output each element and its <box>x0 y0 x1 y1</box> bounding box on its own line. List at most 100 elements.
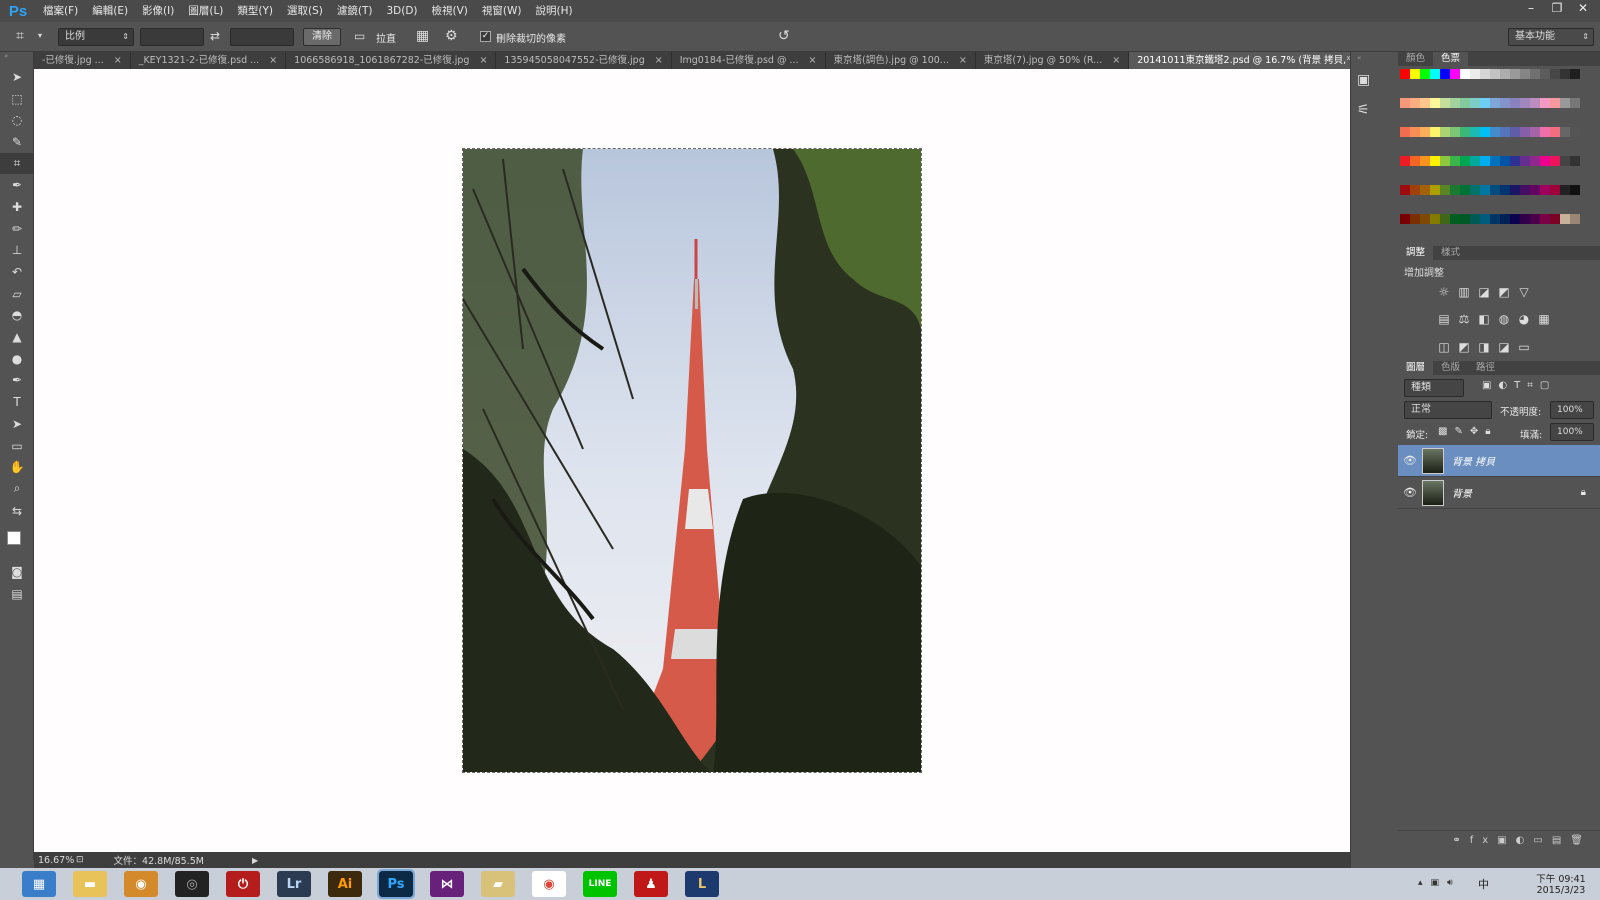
swatch[interactable] <box>1520 127 1530 137</box>
black-white-icon[interactable]: ◧ <box>1474 312 1494 333</box>
properties-icon[interactable]: ⚟ <box>1357 102 1398 118</box>
layer-name[interactable]: 背景 <box>1452 485 1581 500</box>
close-icon[interactable]: ✕ <box>1572 0 1594 16</box>
swatch[interactable] <box>1430 98 1440 108</box>
tab-document-0[interactable]: -已修復.jpg ... × <box>34 52 131 69</box>
color-lookup-icon[interactable]: ▦ <box>1534 312 1554 333</box>
minimize-icon[interactable]: – <box>1520 0 1542 16</box>
swatch[interactable] <box>1440 214 1450 224</box>
taskbar-l-icon[interactable]: L <box>685 871 719 897</box>
menu-item-3[interactable]: 圖層(L) <box>181 0 230 22</box>
menu-item-5[interactable]: 選取(S) <box>280 0 330 22</box>
pen-tool-icon[interactable]: ✒ <box>0 370 34 392</box>
swatch[interactable] <box>1400 98 1410 108</box>
swatch[interactable] <box>1540 214 1550 224</box>
type-tool-icon[interactable]: T <box>0 391 34 413</box>
levels-icon[interactable]: ▥ <box>1454 285 1474 306</box>
threshold-icon[interactable]: ◨ <box>1474 340 1494 361</box>
swatch[interactable] <box>1500 214 1510 224</box>
fill-field[interactable]: 100% <box>1550 423 1594 441</box>
swatch[interactable] <box>1570 127 1580 137</box>
curves-icon[interactable]: ◪ <box>1474 285 1494 306</box>
swatch[interactable] <box>1540 156 1550 166</box>
straighten-label[interactable]: 拉直 <box>376 30 396 45</box>
swatch[interactable] <box>1480 69 1490 79</box>
swatch[interactable] <box>1550 185 1560 195</box>
panel-tab-color_tabs-0[interactable]: 顏色 <box>1398 52 1433 66</box>
invert-icon[interactable]: ◫ <box>1434 340 1454 361</box>
swatch[interactable] <box>1540 69 1550 79</box>
swap-colors-icon[interactable]: ⇆ <box>0 500 34 522</box>
brightness-icon[interactable]: ☼ <box>1434 285 1454 306</box>
clear-button[interactable]: 清除 <box>303 28 341 46</box>
close-icon[interactable]: × <box>479 52 487 69</box>
menu-item-0[interactable]: 檔案(F) <box>36 0 85 22</box>
swatch[interactable] <box>1560 69 1570 79</box>
panel-tab-layers_tabs-0[interactable]: 圖層 <box>1398 361 1434 375</box>
swatch[interactable] <box>1540 185 1550 195</box>
swatch[interactable] <box>1470 69 1480 79</box>
swatch[interactable] <box>1500 127 1510 137</box>
swatch[interactable] <box>1520 156 1530 166</box>
zoom-level[interactable]: 16.67% <box>34 855 74 866</box>
layer-filter-icons[interactable]: ▣◐T⌗▢ <box>1482 380 1556 391</box>
menu-item-4[interactable]: 類型(Y) <box>230 0 280 22</box>
eye-icon[interactable]: 👁︎ <box>1398 486 1422 499</box>
hand-tool-icon[interactable]: ✋ <box>0 456 34 478</box>
swatch[interactable] <box>1440 98 1450 108</box>
swatch[interactable] <box>1450 185 1460 195</box>
swatch[interactable] <box>1530 156 1540 166</box>
swatch[interactable] <box>1480 214 1490 224</box>
photo-filter-icon[interactable]: ◍ <box>1494 312 1514 333</box>
lasso-tool-icon[interactable]: ◌ <box>0 109 34 131</box>
swatch[interactable] <box>1430 127 1440 137</box>
close-icon[interactable]: × <box>809 52 817 69</box>
swatch[interactable] <box>1460 98 1470 108</box>
history-icon[interactable]: ▣ <box>1357 72 1398 88</box>
swatch[interactable] <box>1430 156 1440 166</box>
selective-color-icon[interactable]: ◪ <box>1494 340 1514 361</box>
crop-tool-icon[interactable]: ⌗ <box>0 152 34 175</box>
swatch[interactable] <box>1450 156 1460 166</box>
taskbar-explorer-icon[interactable]: ▦ <box>22 871 56 897</box>
swatch[interactable] <box>1500 98 1510 108</box>
tab-document-4[interactable]: Img0184-已修復.psd @ ... × <box>672 52 826 69</box>
exposure-icon[interactable]: ◩ <box>1494 285 1514 306</box>
swatches-grid[interactable] <box>1398 66 1600 246</box>
swatch[interactable] <box>1430 185 1440 195</box>
hue-saturation-icon[interactable]: ▤ <box>1434 312 1454 333</box>
straighten-icon[interactable]: ▭ <box>354 29 365 43</box>
swatch[interactable] <box>1450 69 1460 79</box>
swatch[interactable] <box>1440 185 1450 195</box>
swatch[interactable] <box>1560 127 1570 137</box>
status-menu-arrow-icon[interactable]: ▶ <box>252 856 258 865</box>
gear-icon[interactable]: ⚙ <box>445 28 458 44</box>
fit-icon[interactable]: ⊡ <box>76 855 84 865</box>
swatch[interactable] <box>1550 214 1560 224</box>
chevron-down-icon[interactable]: ▾ <box>38 31 42 40</box>
taskbar-line-icon[interactable]: LINE <box>583 871 617 897</box>
vibrance-icon[interactable]: ▽ <box>1514 285 1534 306</box>
swatch[interactable] <box>1520 214 1530 224</box>
panel-tab-layers_tabs-1[interactable]: 色版 <box>1433 361 1468 375</box>
swatch[interactable] <box>1430 214 1440 224</box>
quick-mask-icon[interactable]: ◙ <box>0 561 34 583</box>
swatch[interactable] <box>1400 69 1410 79</box>
swatch[interactable] <box>1470 127 1480 137</box>
clock[interactable]: 下午 09:41 2015/3/23 <box>1528 871 1594 896</box>
swatch[interactable] <box>1520 69 1530 79</box>
lock-icon[interactable]: 🔒︎ <box>1581 487 1586 498</box>
close-icon[interactable]: × <box>655 52 663 69</box>
swatch[interactable] <box>1410 127 1420 137</box>
swatch[interactable] <box>1530 69 1540 79</box>
layer-actions-bar[interactable]: ⚭fx▣◐▭▤🗑︎ <box>1398 830 1600 850</box>
swatch[interactable] <box>1520 98 1530 108</box>
swatch[interactable] <box>1550 69 1560 79</box>
menu-item-6[interactable]: 濾鏡(T) <box>330 0 380 22</box>
swatch[interactable] <box>1540 127 1550 137</box>
swatch[interactable] <box>1450 98 1460 108</box>
screen-mode-icon[interactable]: ▤ <box>0 583 34 605</box>
foreground-color[interactable] <box>7 531 21 546</box>
menu-item-10[interactable]: 說明(H) <box>529 0 580 22</box>
zoom-tool-icon[interactable]: ⌕ <box>0 478 34 500</box>
